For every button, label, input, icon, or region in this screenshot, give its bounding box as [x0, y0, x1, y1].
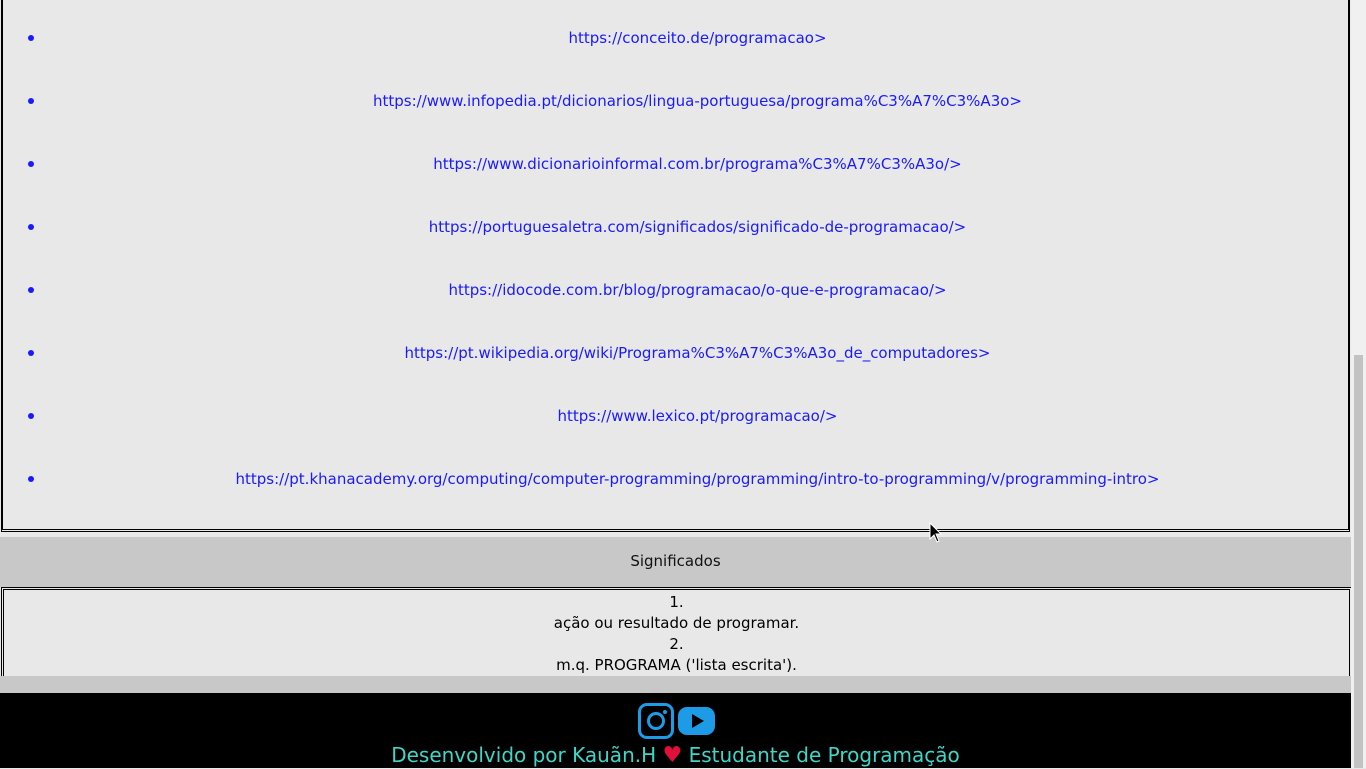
credit-prefix: Desenvolvido por Kauãn.H [391, 743, 657, 767]
bullet-icon [28, 350, 34, 356]
reference-link[interactable]: https://www.lexico.pt/programacao/> [43, 406, 1352, 426]
instagram-dot [663, 710, 667, 714]
list-item: https://www.dicionarioinformal.com.br/pr… [3, 154, 1352, 174]
bullet-icon [28, 224, 34, 230]
scrollbar-thumb[interactable] [1354, 355, 1363, 768]
vertical-scrollbar[interactable] [1351, 0, 1366, 768]
bullet-icon [28, 476, 34, 482]
meaning-number: 2. [669, 635, 684, 653]
reference-link[interactable]: https://www.infopedia.pt/dicionarios/lin… [43, 91, 1352, 111]
reference-link[interactable]: https://portuguesaletra.com/significados… [43, 217, 1352, 237]
page: https://conceito.de/programacao> https:/… [0, 0, 1352, 768]
divider [0, 676, 1351, 693]
instagram-icon[interactable] [638, 703, 674, 739]
reference-link[interactable]: https://conceito.de/programacao> [43, 28, 1352, 48]
footer-credit: Desenvolvido por Kauãn.H ♥ Estudante de … [0, 742, 1351, 769]
bullet-icon [28, 98, 34, 104]
list-item: https://conceito.de/programacao> [3, 28, 1352, 48]
heart-icon: ♥ [662, 743, 683, 768]
bullet-icon [28, 413, 34, 419]
youtube-icon[interactable] [678, 707, 715, 735]
footer: Desenvolvido por Kauãn.H ♥ Estudante de … [0, 693, 1351, 768]
list-item: https://idocode.com.br/blog/programacao/… [3, 280, 1352, 300]
list-item: https://www.lexico.pt/programacao/> [3, 406, 1352, 426]
list-item: https://pt.khanacademy.org/computing/com… [3, 469, 1352, 489]
play-icon [692, 714, 704, 728]
instagram-lens [647, 712, 665, 730]
meaning-text: m.q. PROGRAMA ('lista escrita'). [556, 656, 797, 674]
meaning-number: 1. [669, 593, 684, 611]
reference-link[interactable]: https://idocode.com.br/blog/programacao/… [43, 280, 1352, 300]
bullet-icon [28, 35, 34, 41]
meanings-list: 1. ação ou resultado de programar. 2. m.… [1, 587, 1352, 680]
mouse-cursor-icon [929, 522, 943, 543]
list-item: https://portuguesaletra.com/significados… [3, 217, 1352, 237]
section-title: Significados [0, 537, 1351, 587]
meaning-text: ação ou resultado de programar. [553, 614, 800, 632]
references-list: https://conceito.de/programacao> https:/… [1, 0, 1350, 532]
bullet-icon [28, 287, 34, 293]
bullet-icon [28, 161, 34, 167]
reference-link[interactable]: https://pt.khanacademy.org/computing/com… [43, 469, 1352, 489]
list-item: https://www.infopedia.pt/dicionarios/lin… [3, 91, 1352, 111]
reference-link[interactable]: https://www.dicionarioinformal.com.br/pr… [43, 154, 1352, 174]
credit-suffix: Estudante de Programação [688, 743, 960, 767]
reference-link[interactable]: https://pt.wikipedia.org/wiki/Programa%C… [43, 343, 1352, 363]
list-item: https://pt.wikipedia.org/wiki/Programa%C… [3, 343, 1352, 363]
